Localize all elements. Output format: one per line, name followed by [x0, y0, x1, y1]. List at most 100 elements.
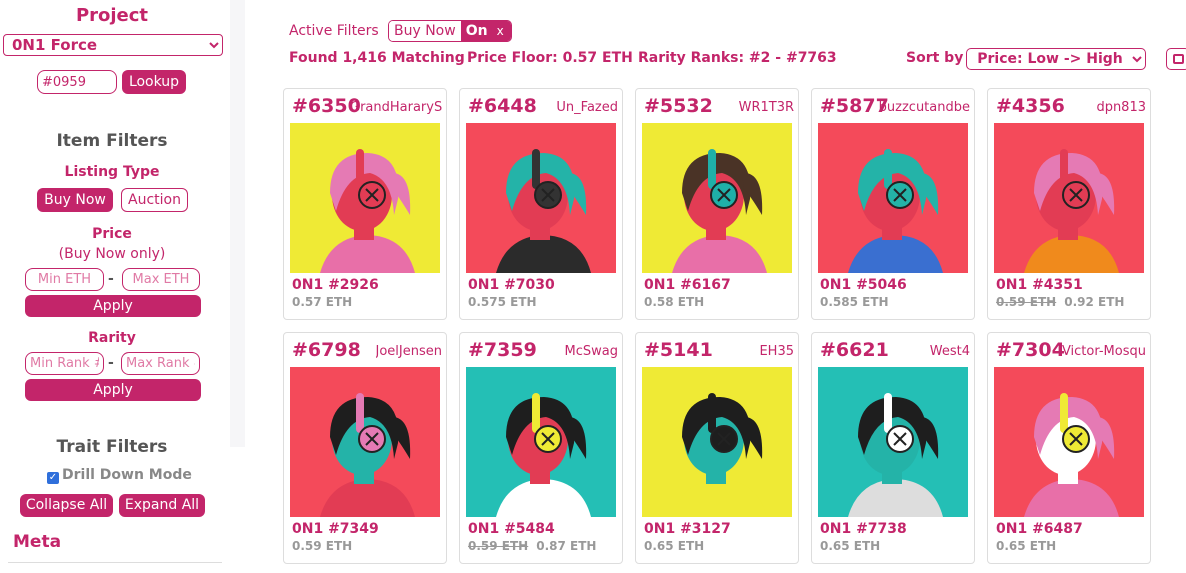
rarity-label: Rarity: [88, 330, 136, 346]
collapse-all-button[interactable]: Collapse All: [20, 494, 113, 517]
active-filters-label: Active Filters: [289, 23, 379, 39]
current-price: 0.57 ETH: [292, 295, 353, 309]
price-row: 0.65 ETH: [996, 539, 1056, 553]
price-dash: -: [108, 271, 114, 287]
rank-number[interactable]: #7359: [468, 339, 537, 361]
nft-card[interactable]: #6621 West4 0N1 #7738 0.65 ETH: [811, 332, 975, 564]
sort-select[interactable]: Price: Low -> High: [966, 48, 1146, 70]
current-price: 0.92 ETH: [1064, 295, 1125, 309]
image-icon: [1173, 54, 1184, 64]
owner-name[interactable]: West4: [930, 344, 970, 359]
rarity-dash: -: [108, 355, 114, 371]
nft-image[interactable]: [290, 367, 440, 517]
rank-number[interactable]: #6448: [468, 95, 537, 117]
max-eth-input[interactable]: [122, 268, 200, 291]
nft-card[interactable]: #5877 buzzcutandbe 0N1 #5046 0.585 ETH: [811, 88, 975, 320]
nft-card[interactable]: #5532 WR1T3R 0N1 #6167 0.58 ETH: [635, 88, 799, 320]
token-name[interactable]: 0N1 #3127: [644, 521, 731, 537]
token-name[interactable]: 0N1 #6487: [996, 521, 1083, 537]
nft-image[interactable]: [642, 123, 792, 273]
price-row: 0.65 ETH: [820, 539, 880, 553]
owner-name[interactable]: EH35: [759, 344, 794, 359]
max-rank-input[interactable]: [121, 352, 200, 375]
item-filters-heading: Item Filters: [56, 131, 168, 151]
token-name[interactable]: 0N1 #7030: [468, 277, 555, 293]
rank-number[interactable]: #5141: [644, 339, 713, 361]
price-row: 0.57 ETH: [292, 295, 352, 309]
lookup-button[interactable]: Lookup: [122, 70, 186, 94]
min-eth-input[interactable]: [25, 268, 104, 291]
nft-image[interactable]: [818, 367, 968, 517]
meta-heading: Meta: [13, 532, 62, 552]
found-count: Found 1,416 Matching: [289, 50, 465, 66]
current-price: 0.585 ETH: [820, 295, 889, 309]
expand-all-button[interactable]: Expand All: [119, 494, 205, 517]
owner-name[interactable]: dpn813: [1096, 100, 1146, 115]
auction-button[interactable]: Auction: [121, 188, 188, 212]
price-row: 0.59 ETH 0.92 ETH: [996, 295, 1124, 309]
owner-name[interactable]: WR1T3R: [739, 100, 794, 115]
owner-name[interactable]: JoelJensen: [376, 344, 442, 359]
price-row: 0.65 ETH: [644, 539, 704, 553]
price-row: 0.58 ETH: [644, 295, 704, 309]
rank-number[interactable]: #4356: [996, 95, 1065, 117]
token-name[interactable]: 0N1 #4351: [996, 277, 1083, 293]
owner-name[interactable]: Un_Fazed: [556, 100, 618, 115]
project-select[interactable]: 0N1 Force: [3, 34, 223, 56]
token-name[interactable]: 0N1 #5484: [468, 521, 555, 537]
token-name[interactable]: 0N1 #2926: [292, 277, 379, 293]
nft-card[interactable]: #7359 McSwag 0N1 #5484 0.59 ETH 0.87 ETH: [459, 332, 623, 564]
rarity-apply-button[interactable]: Apply: [25, 379, 201, 401]
buy-now-button[interactable]: Buy Now: [37, 188, 113, 212]
price-label: Price: [92, 226, 132, 242]
sidebar: Project 0N1 Force Lookup Item Filters Li…: [0, 0, 230, 573]
close-icon[interactable]: x: [492, 21, 511, 41]
nft-image[interactable]: [642, 367, 792, 517]
nft-card[interactable]: #6350 GrandHararyS 0N1 #2926 0.57 ETH: [283, 88, 447, 320]
lookup-input[interactable]: [37, 70, 117, 94]
price-apply-button[interactable]: Apply: [25, 295, 201, 317]
rank-number[interactable]: #6621: [820, 339, 889, 361]
old-price: 0.59 ETH: [468, 539, 529, 553]
scrollbar[interactable]: [230, 0, 245, 447]
min-rank-input[interactable]: [25, 352, 104, 375]
nft-card[interactable]: #4356 dpn813 0N1 #4351 0.59 ETH 0.92 ETH: [987, 88, 1151, 320]
nft-card[interactable]: #7304 Victor-Mosqu 0N1 #6487 0.65 ETH: [987, 332, 1151, 564]
owner-name[interactable]: Victor-Mosqu: [1062, 344, 1146, 359]
current-price: 0.58 ETH: [644, 295, 705, 309]
buy-now-filter-chip[interactable]: Buy Now On x: [388, 20, 512, 42]
current-price: 0.59 ETH: [292, 539, 353, 553]
owner-name[interactable]: GrandHararyS: [350, 100, 442, 115]
nft-card[interactable]: #6448 Un_Fazed 0N1 #7030 0.575 ETH: [459, 88, 623, 320]
checkbox-icon[interactable]: ✓: [47, 472, 59, 484]
divider: [8, 562, 222, 563]
token-name[interactable]: 0N1 #7738: [820, 521, 907, 537]
filter-chip-label: Buy Now: [389, 21, 461, 41]
nft-image[interactable]: [818, 123, 968, 273]
nft-image[interactable]: [466, 367, 616, 517]
price-floor: Price Floor: 0.57 ETH: [467, 50, 633, 66]
token-name[interactable]: 0N1 #6167: [644, 277, 731, 293]
project-heading: Project: [75, 5, 149, 26]
nft-card[interactable]: #5141 EH35 0N1 #3127 0.65 ETH: [635, 332, 799, 564]
token-name[interactable]: 0N1 #7349: [292, 521, 379, 537]
owner-name[interactable]: buzzcutandbe: [879, 100, 970, 115]
rarity-ranks: Rarity Ranks: #2 - #7763: [638, 50, 837, 66]
price-row: 0.59 ETH 0.87 ETH: [468, 539, 596, 553]
current-price: 0.65 ETH: [820, 539, 881, 553]
token-name[interactable]: 0N1 #5046: [820, 277, 907, 293]
filter-chip-state: On: [460, 21, 493, 41]
owner-name[interactable]: McSwag: [565, 344, 618, 359]
rank-number[interactable]: #6798: [292, 339, 361, 361]
nft-image[interactable]: [994, 123, 1144, 273]
nft-image[interactable]: [466, 123, 616, 273]
old-price: 0.59 ETH: [996, 295, 1057, 309]
nft-card[interactable]: #6798 JoelJensen 0N1 #7349 0.59 ETH: [283, 332, 447, 564]
rank-number[interactable]: #7304: [996, 339, 1065, 361]
rank-number[interactable]: #5532: [644, 95, 713, 117]
nft-image[interactable]: [290, 123, 440, 273]
drill-down-toggle[interactable]: ✓ Drill Down Mode: [47, 467, 192, 484]
current-price: 0.575 ETH: [468, 295, 537, 309]
nft-image[interactable]: [994, 367, 1144, 517]
image-view-button[interactable]: [1166, 48, 1186, 70]
